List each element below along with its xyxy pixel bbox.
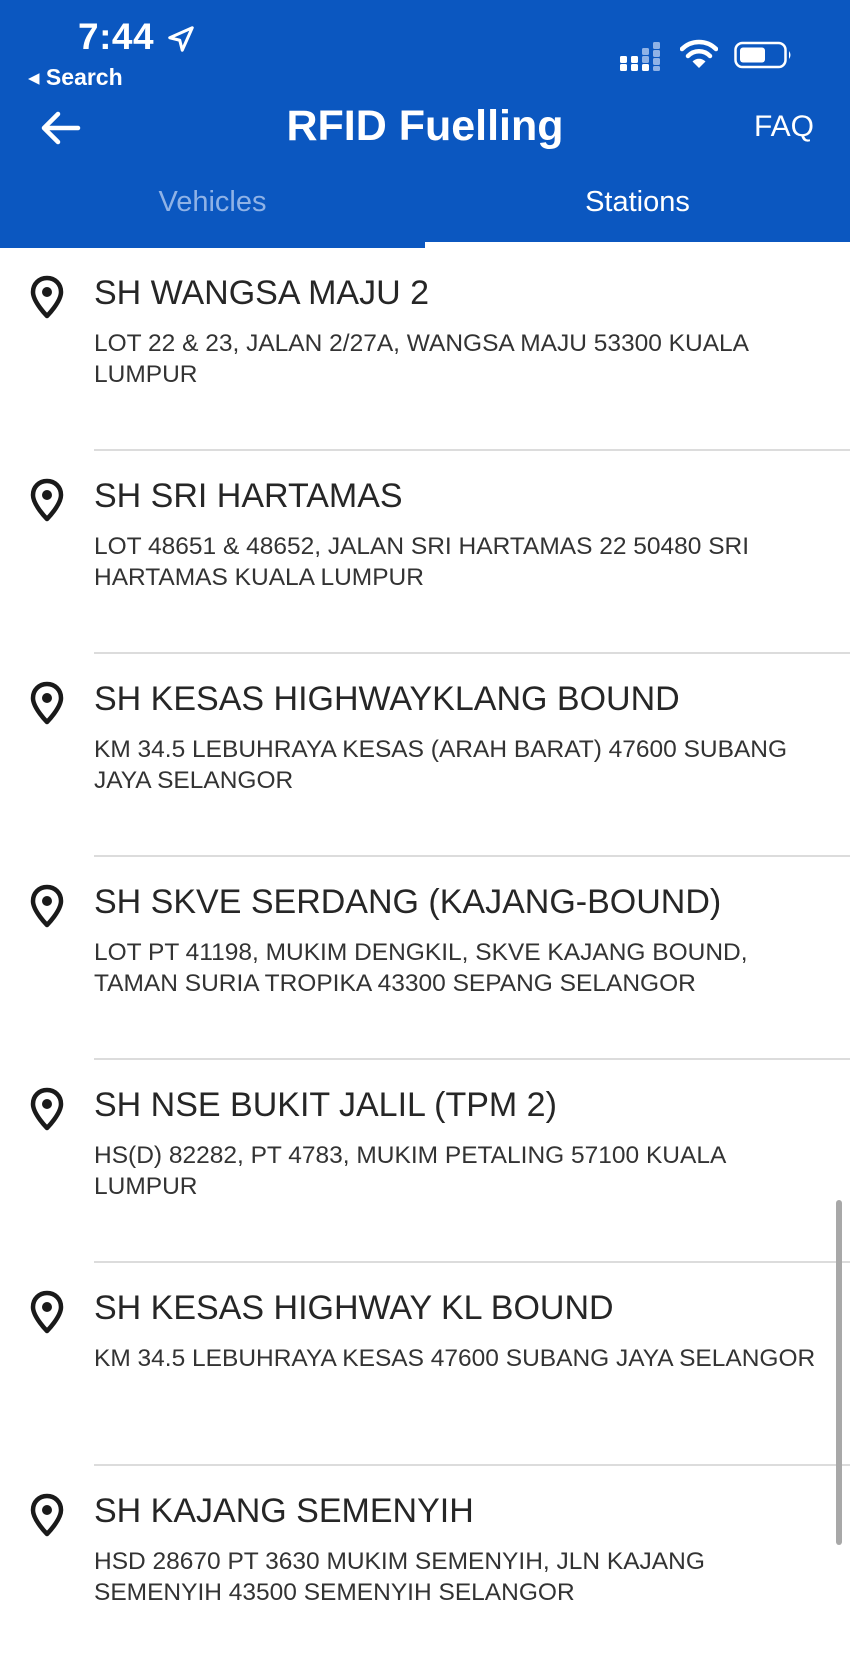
station-item[interactable]: SH WANGSA MAJU 2 LOT 22 & 23, JALAN 2/27…: [0, 248, 850, 451]
station-item[interactable]: SH KAJANG SEMENYIH HSD 28670 PT 3630 MUK…: [0, 1466, 850, 1669]
station-item[interactable]: SH KESAS HIGHWAY KL BOUND KM 34.5 LEBUHR…: [0, 1263, 850, 1466]
station-item[interactable]: SH SKVE SERDANG (KAJANG-BOUND) LOT PT 41…: [0, 857, 850, 1060]
station-name: SH KESAS HIGHWAYKLANG BOUND: [94, 680, 680, 718]
station-address: HS(D) 82282, PT 4783, MUKIM PETALING 571…: [94, 1142, 725, 1200]
station-item[interactable]: SH KESAS HIGHWAYKLANG BOUND KM 34.5 LEBU…: [0, 654, 850, 857]
location-pin-icon: [30, 681, 64, 725]
location-pin-icon: [30, 884, 64, 928]
page-title: RFID Fuelling: [286, 102, 564, 150]
station-name: SH SRI HARTAMAS: [94, 477, 403, 515]
scrollbar[interactable]: [836, 1200, 842, 1545]
station-name: SH NSE BUKIT JALIL (TPM 2): [94, 1086, 557, 1124]
station-name: SH WANGSA MAJU 2: [94, 274, 430, 312]
wifi-icon: [680, 39, 718, 68]
station-item[interactable]: SH NSE BUKIT JALIL (TPM 2) HS(D) 82282, …: [0, 1060, 850, 1263]
location-pin-icon: [30, 1290, 64, 1334]
tab-vehicles[interactable]: Vehicles: [0, 186, 425, 219]
status-time: 7:44: [78, 16, 155, 57]
location-pin-icon: [30, 1493, 64, 1537]
location-arrow-icon: [168, 26, 194, 52]
station-item[interactable]: SH SRI HARTAMAS LOT 48651 & 48652, JALAN…: [0, 451, 850, 654]
location-pin-icon: [30, 1087, 64, 1131]
station-address: HSD 28670 PT 3630 MUKIM SEMENYIH, JLN KA…: [94, 1548, 705, 1606]
station-address: LOT 22 & 23, JALAN 2/27A, WANGSA MAJU 53…: [94, 330, 748, 388]
location-pin-icon: [30, 275, 64, 319]
station-address: LOT 48651 & 48652, JALAN SRI HARTAMAS 22…: [94, 533, 750, 591]
battery-icon: [734, 41, 791, 69]
station-list[interactable]: SH WANGSA MAJU 2 LOT 22 & 23, JALAN 2/27…: [0, 248, 850, 1669]
station-name: SH KESAS HIGHWAY KL BOUND: [94, 1289, 614, 1327]
station-address: KM 34.5 LEBUHRAYA KESAS (ARAH BARAT) 476…: [94, 736, 788, 794]
back-to-search-link[interactable]: ◂ Search: [28, 64, 123, 91]
location-pin-icon: [30, 478, 64, 522]
station-name: SH SKVE SERDANG (KAJANG-BOUND): [94, 883, 722, 921]
tab-stations[interactable]: Stations: [425, 186, 850, 219]
station-address: LOT PT 41198, MUKIM DENGKIL, SKVE KAJANG…: [94, 939, 748, 997]
app-header: 7:44 ◂ Search RFID Fuelling FAQ Vehicles…: [0, 0, 850, 248]
station-name: SH KAJANG SEMENYIH: [94, 1492, 474, 1530]
station-address: KM 34.5 LEBUHRAYA KESAS 47600 SUBANG JAY…: [94, 1345, 816, 1372]
cellular-signal-icon: [620, 42, 660, 71]
faq-button[interactable]: FAQ: [754, 110, 814, 144]
